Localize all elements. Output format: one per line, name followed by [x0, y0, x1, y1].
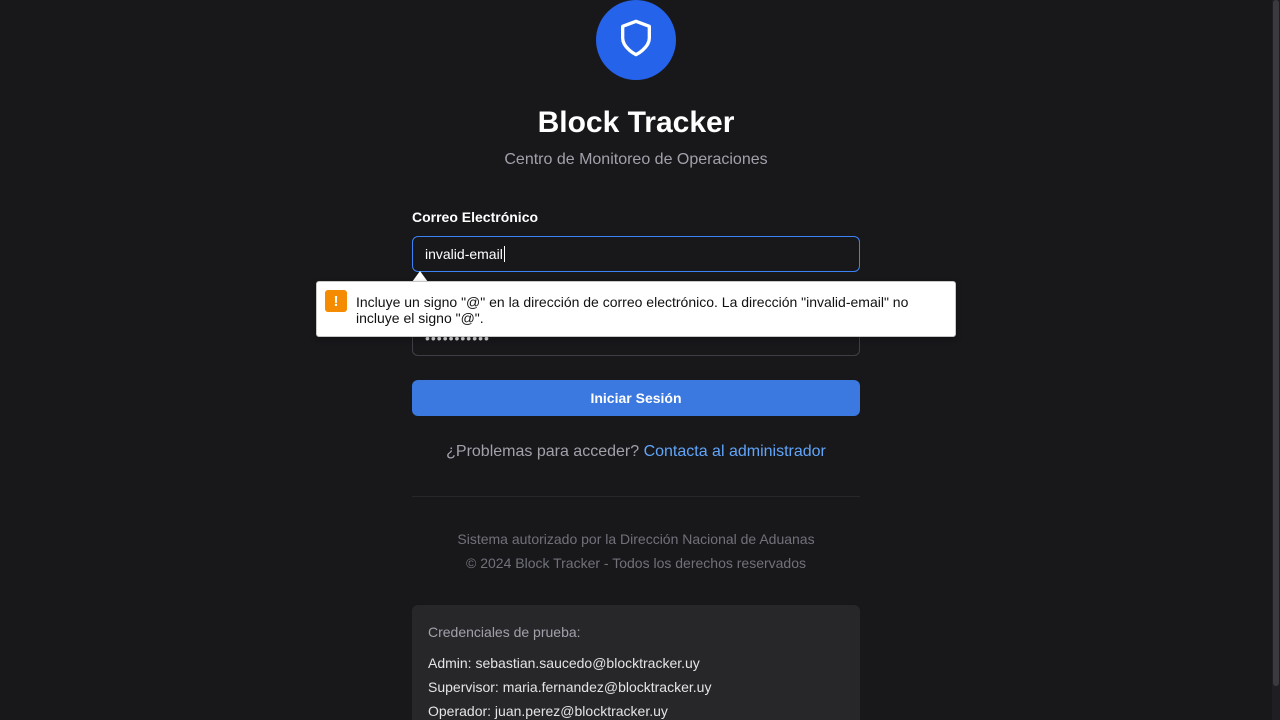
validation-message: Incluye un signo "@" en la dirección de …: [356, 294, 909, 326]
app-logo: [596, 0, 676, 80]
email-field[interactable]: invalid-email: [412, 236, 860, 272]
validation-tooltip: ! Incluye un signo "@" en la dirección d…: [316, 281, 956, 337]
scrollbar-thumb[interactable]: [1273, 0, 1279, 686]
credential-operator: Operador: juan.perez@blocktracker.uy: [428, 703, 668, 719]
app-subtitle: Centro de Monitoreo de Operaciones: [504, 151, 768, 168]
test-credentials-panel: Credenciales de prueba: Admin: sebastian…: [412, 605, 860, 720]
footer-authorization: Sistema autorizado por la Dirección Naci…: [457, 531, 815, 547]
help-text: ¿Problemas para acceder? Contacta al adm…: [0, 442, 1272, 462]
footer-copyright: © 2024 Block Tracker - Todos los derecho…: [466, 555, 806, 571]
test-credentials-title: Credenciales de prueba:: [428, 624, 581, 640]
login-page: Block Tracker Centro de Monitoreo de Ope…: [0, 0, 1280, 720]
warning-icon: !: [325, 290, 347, 312]
contact-admin-link[interactable]: Contacta al administrador: [644, 443, 826, 460]
app-title: Block Tracker: [537, 106, 735, 139]
login-button[interactable]: Iniciar Sesión: [412, 380, 860, 416]
page-scrollbar[interactable]: [1272, 0, 1280, 720]
credential-supervisor: Supervisor: maria.fernandez@blocktracker…: [428, 679, 712, 695]
help-question: ¿Problemas para acceder?: [446, 443, 640, 460]
email-label: Correo Electrónico: [412, 209, 539, 225]
email-value: invalid-email: [425, 246, 503, 262]
credential-admin: Admin: sebastian.saucedo@blocktracker.uy: [428, 655, 700, 671]
shield-icon: [616, 18, 656, 63]
divider: [412, 496, 860, 497]
text-caret: [503, 246, 505, 262]
